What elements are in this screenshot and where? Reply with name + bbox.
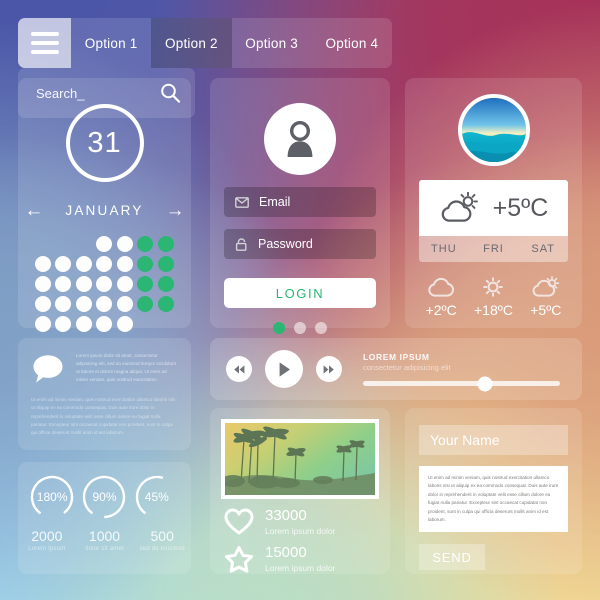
send-button[interactable]: SEND	[419, 544, 485, 570]
favorites-row[interactable]: 15000 Lorem ipsum dolor	[210, 536, 390, 574]
likes-row[interactable]: 33000 Lorem ipsum dolor	[210, 499, 390, 536]
fast-forward-icon[interactable]	[316, 356, 342, 382]
current-date-circle: 31	[65, 104, 144, 182]
stat-2-caption: dolor sit amet	[85, 546, 124, 552]
lock-icon	[235, 237, 247, 251]
cloud-icon	[428, 277, 455, 297]
stat-1-number: 2000	[31, 528, 63, 544]
email-label: Email	[259, 195, 291, 209]
gauge-1: 180%	[29, 474, 75, 520]
favorites-value: 15000	[265, 544, 307, 562]
media-player-panel: LOREM IPSUM consectetur adipisicing elit	[210, 338, 582, 400]
forecast-temp-sat: +5ºC	[530, 302, 562, 318]
forecast-day-labels: THU FRI SAT	[419, 236, 568, 262]
pager-dot-1[interactable]	[273, 322, 285, 334]
speech-bubble-icon	[33, 355, 63, 383]
envelope-icon	[235, 196, 249, 208]
forecast-item-fri: +18ºC	[467, 276, 519, 318]
day-label-sat[interactable]: SAT	[518, 236, 568, 262]
forecast-item-sat: +5ºC	[520, 276, 572, 318]
password-label: Password	[258, 237, 313, 251]
arrow-right-icon[interactable]: →	[166, 201, 185, 220]
current-month: JANUARY	[65, 203, 144, 218]
navigation-bar: Option 1 Option 2 Option 3 Option 4	[18, 18, 392, 68]
chat-excerpt-row: Lorem ipsum dolor sit amet, consectetur …	[31, 352, 178, 386]
contact-form-panel: Your Name Ut enim ad minim veniam, quis …	[405, 408, 582, 574]
user-avatar-icon	[264, 103, 336, 175]
stat-3-caption: sed do eiusmod	[139, 546, 185, 552]
nav-tabs: Option 1 Option 2 Option 3 Option 4	[71, 18, 392, 68]
pager-dot-2[interactable]	[294, 322, 306, 334]
likes-value: 33000	[265, 507, 307, 524]
chat-panel: Lorem ipsum dolor sit amet, consectetur …	[18, 338, 191, 450]
likes-label: Lorem ipsum dolor	[265, 525, 336, 536]
rewind-icon[interactable]	[226, 356, 252, 382]
gauge-2-value: 90%	[92, 490, 117, 504]
nav-tab-option-1[interactable]: Option 1	[71, 18, 151, 68]
stat-item-3: 500 sed do eiusmod	[133, 528, 191, 552]
track-info: LOREM IPSUM consectetur adipisicing elit	[355, 352, 566, 391]
email-field[interactable]: Email	[224, 187, 376, 217]
favorites-label: Lorem ipsum dolor	[265, 562, 336, 573]
gauge-row: 180% 90% 45%	[18, 462, 191, 520]
track-subtitle: consectetur adipisicing elit	[363, 363, 451, 372]
stat-item-2: 1000 dolor sit amet	[76, 528, 134, 552]
pager-dot-3[interactable]	[315, 322, 327, 334]
forecast-item-thu: +2ºC	[415, 276, 467, 318]
stat-2-number: 1000	[88, 528, 121, 544]
track-title: LOREM IPSUM	[363, 352, 430, 362]
sun-cloud-icon	[441, 192, 478, 222]
sun-cloud-icon	[532, 276, 560, 297]
gauge-3: 45%	[134, 474, 180, 520]
pager-dots[interactable]	[210, 322, 390, 334]
current-day: 31	[87, 126, 122, 159]
progress-slider[interactable]	[363, 376, 560, 391]
heart-icon[interactable]	[224, 508, 254, 535]
chat-body-text: Ut enim ad minim veniam, quis nostrud ex…	[31, 397, 176, 436]
name-input[interactable]: Your Name	[419, 425, 568, 455]
chat-excerpt-text: Lorem ipsum dolor sit amet, consectetur …	[76, 353, 176, 383]
sun-icon	[483, 277, 504, 297]
ui-kit-canvas: Option 1 Option 2 Option 3 Option 4 Sear…	[0, 0, 600, 600]
calendar-panel: 31 ← JANUARY →	[18, 78, 191, 332]
login-panel: Email Password LOGIN	[210, 78, 390, 334]
gauge-3-value: 45%	[144, 490, 169, 504]
day-label-fri[interactable]: FRI	[469, 236, 519, 262]
star-icon[interactable]	[224, 545, 254, 574]
month-navigator: ← JANUARY →	[18, 201, 191, 220]
current-temperature: +5ºC	[492, 193, 549, 222]
forecast-row: +2ºC +18ºC +5ºC	[415, 276, 572, 318]
nav-tab-option-3[interactable]: Option 3	[232, 18, 312, 68]
login-button[interactable]: LOGIN	[224, 278, 376, 308]
nav-tab-option-2[interactable]: Option 2	[151, 18, 232, 68]
day-label-thu[interactable]: THU	[419, 236, 469, 262]
forecast-temp-fri: +18ºC	[474, 302, 513, 318]
photo-card-panel: 33000 Lorem ipsum dolor 15000 Lorem ipsu…	[210, 408, 390, 574]
gauge-1-value: 180%	[36, 490, 68, 504]
arrow-left-icon[interactable]: ←	[24, 201, 43, 220]
slider-knob[interactable]	[477, 376, 493, 391]
play-icon[interactable]	[265, 350, 303, 388]
message-textarea[interactable]: Ut enim ad minim veniam, quis nostrud ex…	[419, 466, 568, 532]
password-field[interactable]: Password	[224, 229, 376, 259]
nav-tab-option-4[interactable]: Option 4	[312, 18, 392, 68]
ocean-photo-avatar	[457, 94, 530, 166]
statistics-panel: 180% 90% 45% 2000 Lorem Ipsum 1000 dolor…	[18, 462, 191, 574]
stat-item-1: 2000 Lorem Ipsum	[18, 528, 76, 552]
gauge-2: 90%	[81, 474, 127, 520]
palm-trees-sunset-photo[interactable]	[221, 419, 379, 499]
current-weather-card: +5ºC THU FRI SAT	[419, 180, 568, 262]
stat-numbers-row: 2000 Lorem Ipsum 1000 dolor sit amet 500…	[18, 528, 191, 552]
hamburger-menu-icon[interactable]	[18, 18, 71, 68]
calendar-dot-grid[interactable]	[34, 236, 175, 332]
forecast-temp-thu: +2ºC	[425, 302, 457, 318]
name-input-value[interactable]: Your Name	[430, 432, 500, 448]
stat-1-caption: Lorem Ipsum	[28, 546, 66, 552]
weather-panel: +5ºC THU FRI SAT +2ºC +18ºC +5ºC	[405, 78, 582, 328]
stat-3-number: 500	[150, 528, 174, 544]
